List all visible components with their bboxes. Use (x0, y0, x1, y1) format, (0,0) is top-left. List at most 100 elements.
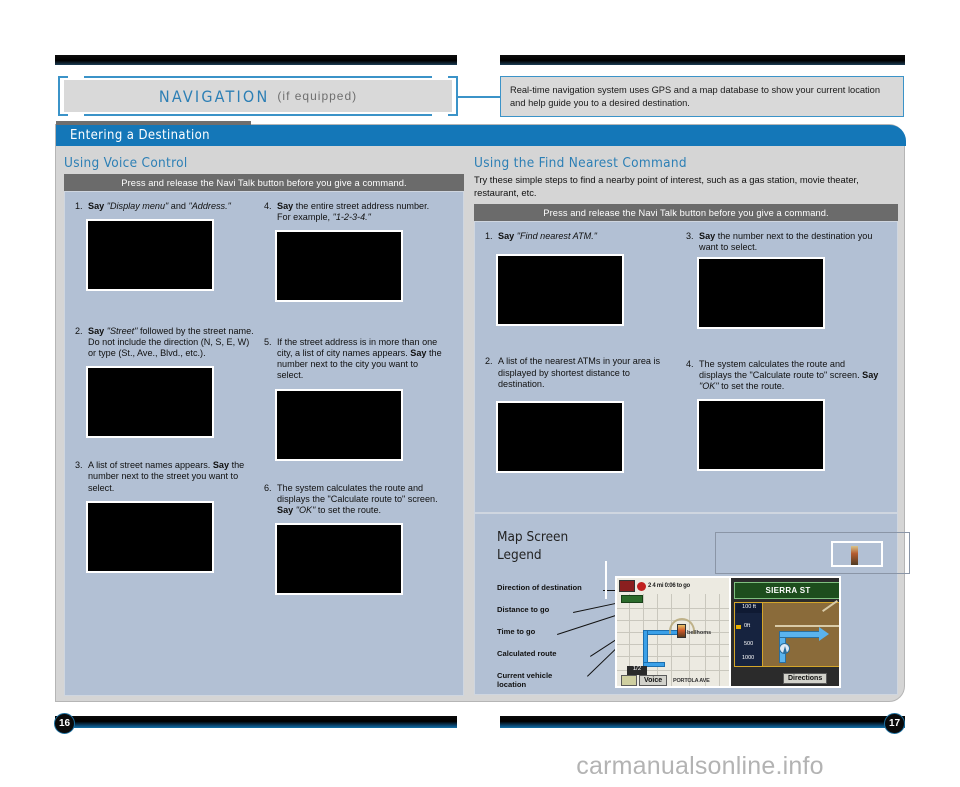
legend-label: Current vehicle location (497, 671, 553, 689)
step-text: A list of street names appears. Say the … (88, 460, 245, 493)
site-watermark: carmanualsonline.info (576, 752, 824, 780)
intro-blurb: Real-time navigation system uses GPS and… (500, 76, 904, 117)
title-plate-inner: NAVIGATION (if equipped) (64, 80, 452, 112)
step-number: 1. (75, 201, 83, 211)
step-text: A list of the nearest ATMs in your area … (498, 356, 661, 389)
step-item: 6. The system calculates the route and di… (264, 483, 445, 595)
top-rule-left (55, 55, 457, 65)
content-card: Entering a Destination Using Voice Contr… (55, 121, 910, 702)
guidance-scale-bar: 100 ft 0ft 500 1000 (735, 603, 763, 666)
map-street-label: bellhoms (687, 630, 712, 636)
find-nearest-subtitle: Try these simple steps to find a nearby … (474, 174, 859, 198)
step-number: 2. (75, 326, 83, 337)
step-screenshot (86, 366, 214, 439)
step-item: 4. The system calculates the route and di… (686, 359, 879, 471)
step-screenshot (275, 230, 403, 303)
navigation-title-plate: NAVIGATION (if equipped) (58, 76, 458, 116)
step-screenshot (496, 254, 624, 327)
section-header-bar: Entering a Destination (56, 121, 906, 146)
voice-button[interactable]: Voice (639, 675, 668, 686)
step-text: Say the number next to the destination y… (699, 231, 873, 253)
guidance-vehicle-position-icon (779, 643, 790, 654)
map-top-info-text: 2 4 mi 0:06 to go (648, 583, 690, 589)
directions-button[interactable]: Directions (783, 673, 828, 684)
voice-icon (621, 675, 637, 686)
map-legend-panel: Map Screen Legend Direction of destinati… (474, 513, 910, 695)
legend-label: Calculated route (497, 649, 557, 658)
map-legend-title: Map Screen Legend (497, 528, 568, 564)
bottom-rule-left (55, 716, 457, 728)
scale-label: 0ft (744, 623, 751, 629)
step-number: 6. (264, 482, 272, 493)
map-legend-title-line2: Legend (497, 547, 542, 564)
step-text: The system calculates the route and disp… (277, 482, 438, 515)
scale-top-label: 100 ft (736, 604, 762, 613)
find-nearest-steps-panel: 1. Say "Find nearest ATM." 2. A list of th… (474, 221, 898, 514)
callout-detail-frame (831, 541, 883, 567)
step-text: If the street address is in more than on… (277, 337, 442, 381)
step-number: 2. (485, 356, 493, 367)
voice-control-column: Using Voice Control Press and release th… (64, 155, 464, 696)
scale-label: 500 (744, 641, 754, 647)
voice-control-instruction-bar: Press and release the Navi Talk button b… (64, 174, 464, 191)
step-text: Say "Street" followed by the street name… (88, 326, 254, 359)
scale-label: 1000 (742, 655, 755, 661)
step-item: 1. Say "Find nearest ATM." (485, 231, 678, 327)
step-screenshot (697, 256, 825, 329)
page-number-left: 16 (54, 713, 75, 734)
step-item: 3. Say the number next to the destination… (686, 231, 879, 329)
section-header-title: Entering a Destination (70, 128, 210, 143)
find-steps-col-2: 3. Say the number next to the destination… (686, 231, 887, 474)
page-title-suffix: (if equipped) (277, 89, 358, 103)
find-nearest-instruction-bar: Press and release the Navi Talk button b… (474, 204, 898, 222)
map-zoom-chip: 1/2 (627, 666, 647, 675)
guidance-panel: SIERRA ST 100 ft 0ft 500 1000 Directions (729, 578, 839, 686)
step-screenshot (86, 500, 214, 573)
map-street-label: PORTOLA AVE (673, 678, 710, 684)
step-item: 3. A list of street names appears. Say th… (75, 460, 256, 573)
find-steps-col-1: 1. Say "Find nearest ATM." 2. A list of th… (485, 231, 686, 474)
header-shadow (56, 121, 251, 125)
destination-direction-icon (619, 580, 635, 592)
top-rule-right (500, 55, 905, 65)
voice-control-steps-panel: 1. Say "Display menu" and "Address." 2. Sa… (64, 191, 464, 696)
step-screenshot (86, 219, 214, 292)
guidance-street-name: SIERRA ST (734, 582, 839, 599)
step-screenshot (496, 400, 624, 473)
step-item: 2. A list of the nearest ATMs in your are… (485, 356, 678, 473)
current-vehicle-location-icon (677, 624, 686, 638)
step-number: 4. (686, 358, 694, 369)
voice-steps-col-1: 1. Say "Display menu" and "Address." 2. Sa… (75, 201, 264, 597)
voice-steps-col-2: 4. Say the entire street address number. … (264, 201, 453, 597)
legend-label: Direction of destination (497, 583, 582, 592)
step-screenshot (697, 398, 825, 471)
map-legend-label-list: Direction of destination Distance to go … (497, 583, 627, 694)
step-text: The system calculates the route and disp… (699, 358, 879, 391)
step-item: 5. If the street address is in more than … (264, 337, 445, 461)
calculated-route-segment (643, 630, 648, 666)
step-number: 4. (264, 201, 272, 211)
page-title: NAVIGATION (158, 86, 270, 106)
step-number: 3. (75, 460, 83, 471)
destination-marker-icon (637, 581, 646, 591)
map-legend-title-line1: Map Screen (497, 529, 569, 545)
step-item: 1. Say "Display menu" and "Address." (75, 201, 256, 292)
step-text: Say "Find nearest ATM." (498, 231, 597, 242)
voice-control-title: Using Voice Control (64, 155, 188, 171)
navigation-map-screenshot: bellhoms PORTOLA AVE 2 4 mi 0:06 to go 1… (615, 576, 841, 688)
step-number: 1. (485, 231, 493, 242)
vehicle-marker-icon (851, 546, 858, 565)
find-nearest-title: Using the Find Nearest Command (474, 155, 687, 171)
guidance-map-view: 100 ft 0ft 500 1000 (734, 600, 839, 667)
step-number: 3. (686, 231, 694, 242)
map-green-badge-icon (621, 595, 643, 603)
step-screenshot (275, 388, 403, 461)
step-number: 5. (264, 337, 272, 348)
guidance-route-arrow-head (819, 627, 829, 641)
step-screenshot (275, 522, 403, 595)
bottom-rule-right (500, 716, 905, 728)
scale-tick (736, 625, 741, 629)
step-item: 2. Say "Street" followed by the street na… (75, 326, 256, 439)
guidance-route-arrow-turn (779, 631, 821, 638)
callout-connector-line (605, 561, 607, 599)
